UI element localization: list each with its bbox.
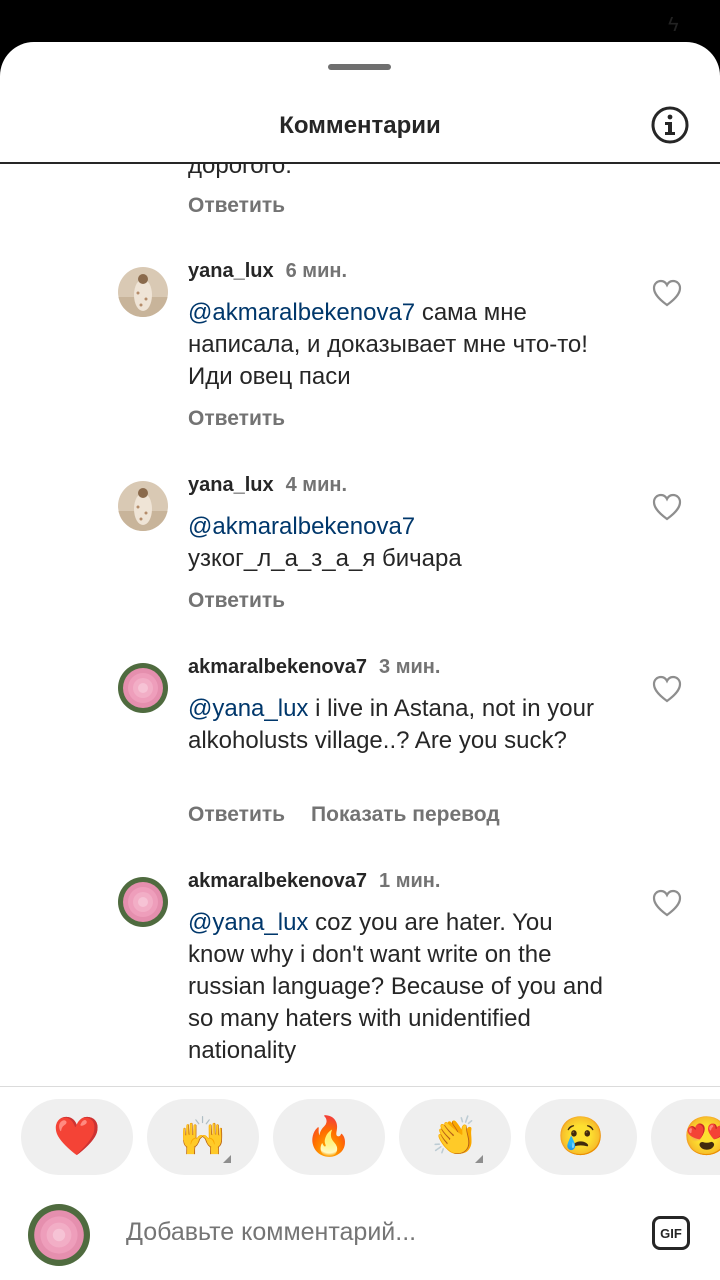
- fire-emoji: 🔥: [305, 1116, 353, 1158]
- info-icon[interactable]: [650, 105, 690, 145]
- reaction-fire-button[interactable]: 🔥: [273, 1099, 385, 1175]
- reply-button[interactable]: Ответить: [188, 194, 285, 218]
- mention-link[interactable]: @yana_lux: [188, 695, 308, 722]
- mention-link[interactable]: @akmaralbekenova7: [188, 513, 415, 540]
- timestamp: 6 мин.: [285, 260, 348, 282]
- avatar: [28, 1204, 90, 1266]
- username[interactable]: akmaralbekenova7: [188, 656, 367, 678]
- comment-actions: Ответить: [188, 589, 311, 613]
- clapping-hands-emoji: 👏: [431, 1116, 479, 1158]
- comment-text: @akmaralbekenova7 узког_л_а_з_а_я бичара: [188, 511, 518, 575]
- drag-handle[interactable]: [328, 64, 391, 70]
- skin-tone-indicator: [223, 1155, 231, 1163]
- avatar[interactable]: [118, 481, 168, 531]
- comment-text: @akmaralbekenova7 сама мне написала, и д…: [188, 297, 608, 393]
- comment-list[interactable]: дорогого. Ответить yana_lux 6 мин. @akmar…: [0, 162, 720, 1086]
- page-title: Комментарии: [279, 112, 441, 139]
- like-heart-icon[interactable]: [652, 493, 682, 521]
- timestamp: 3 мин.: [379, 656, 441, 678]
- red-heart-emoji: ❤️: [53, 1116, 101, 1158]
- comment-meta: yana_lux 6 мин.: [188, 260, 347, 283]
- comment-composer: GIF: [0, 1188, 720, 1280]
- username[interactable]: yana_lux: [188, 474, 274, 496]
- reaction-heart-button[interactable]: ❤️: [21, 1099, 133, 1175]
- comment-actions: Ответить: [188, 407, 311, 431]
- avatar[interactable]: [118, 663, 168, 713]
- avatar[interactable]: [118, 877, 168, 927]
- username[interactable]: akmaralbekenova7: [188, 870, 367, 892]
- comment-text: @yana_lux coz you are hater. You know wh…: [188, 907, 608, 1067]
- comment-meta: akmaralbekenova7 1 мин.: [188, 870, 440, 893]
- like-heart-icon[interactable]: [652, 889, 682, 917]
- reaction-raised-hands-button[interactable]: 🙌: [147, 1099, 259, 1175]
- timestamp: 4 мин.: [285, 474, 348, 496]
- comment-body: узког_л_а_з_а_я бичара: [188, 545, 462, 572]
- crying-face-emoji: 😢: [557, 1116, 605, 1158]
- reaction-crying-button[interactable]: 😢: [525, 1099, 637, 1175]
- avatar[interactable]: [118, 267, 168, 317]
- username[interactable]: yana_lux: [188, 260, 274, 282]
- raised-hands-emoji: 🙌: [179, 1116, 227, 1158]
- header: Комментарии: [0, 96, 720, 164]
- comment-actions: Ответить Показать перевод: [188, 803, 526, 827]
- mention-link[interactable]: @akmaralbekenova7: [188, 299, 415, 326]
- like-heart-icon[interactable]: [652, 675, 682, 703]
- timestamp: 1 мин.: [379, 870, 441, 892]
- reply-button[interactable]: Ответить: [188, 407, 285, 430]
- quick-reactions-bar: ❤️ 🙌 🔥 👏 😢 😍: [0, 1086, 720, 1189]
- reply-button[interactable]: Ответить: [188, 803, 285, 826]
- gif-button[interactable]: GIF: [652, 1216, 690, 1250]
- comment-input[interactable]: [126, 1218, 596, 1247]
- reaction-heart-eyes-button[interactable]: 😍: [651, 1099, 720, 1175]
- reaction-clap-button[interactable]: 👏: [399, 1099, 511, 1175]
- heart-eyes-emoji: 😍: [683, 1116, 720, 1158]
- comment-meta: akmaralbekenova7 3 мин.: [188, 656, 440, 679]
- comment-text-partial: дорогого.: [188, 162, 292, 179]
- reply-button[interactable]: Ответить: [188, 589, 285, 612]
- like-heart-icon[interactable]: [652, 279, 682, 307]
- comment-meta: yana_lux 4 мин.: [188, 474, 347, 497]
- comment-text: @yana_lux i live in Astana, not in your …: [188, 693, 608, 757]
- mention-link[interactable]: @yana_lux: [188, 909, 308, 936]
- comments-sheet: Комментарии дорогого. Ответить yana_lux …: [0, 42, 720, 1280]
- show-translation-button[interactable]: Показать перевод: [311, 803, 500, 826]
- battery-icon: ϟ: [668, 14, 679, 36]
- skin-tone-indicator: [475, 1155, 483, 1163]
